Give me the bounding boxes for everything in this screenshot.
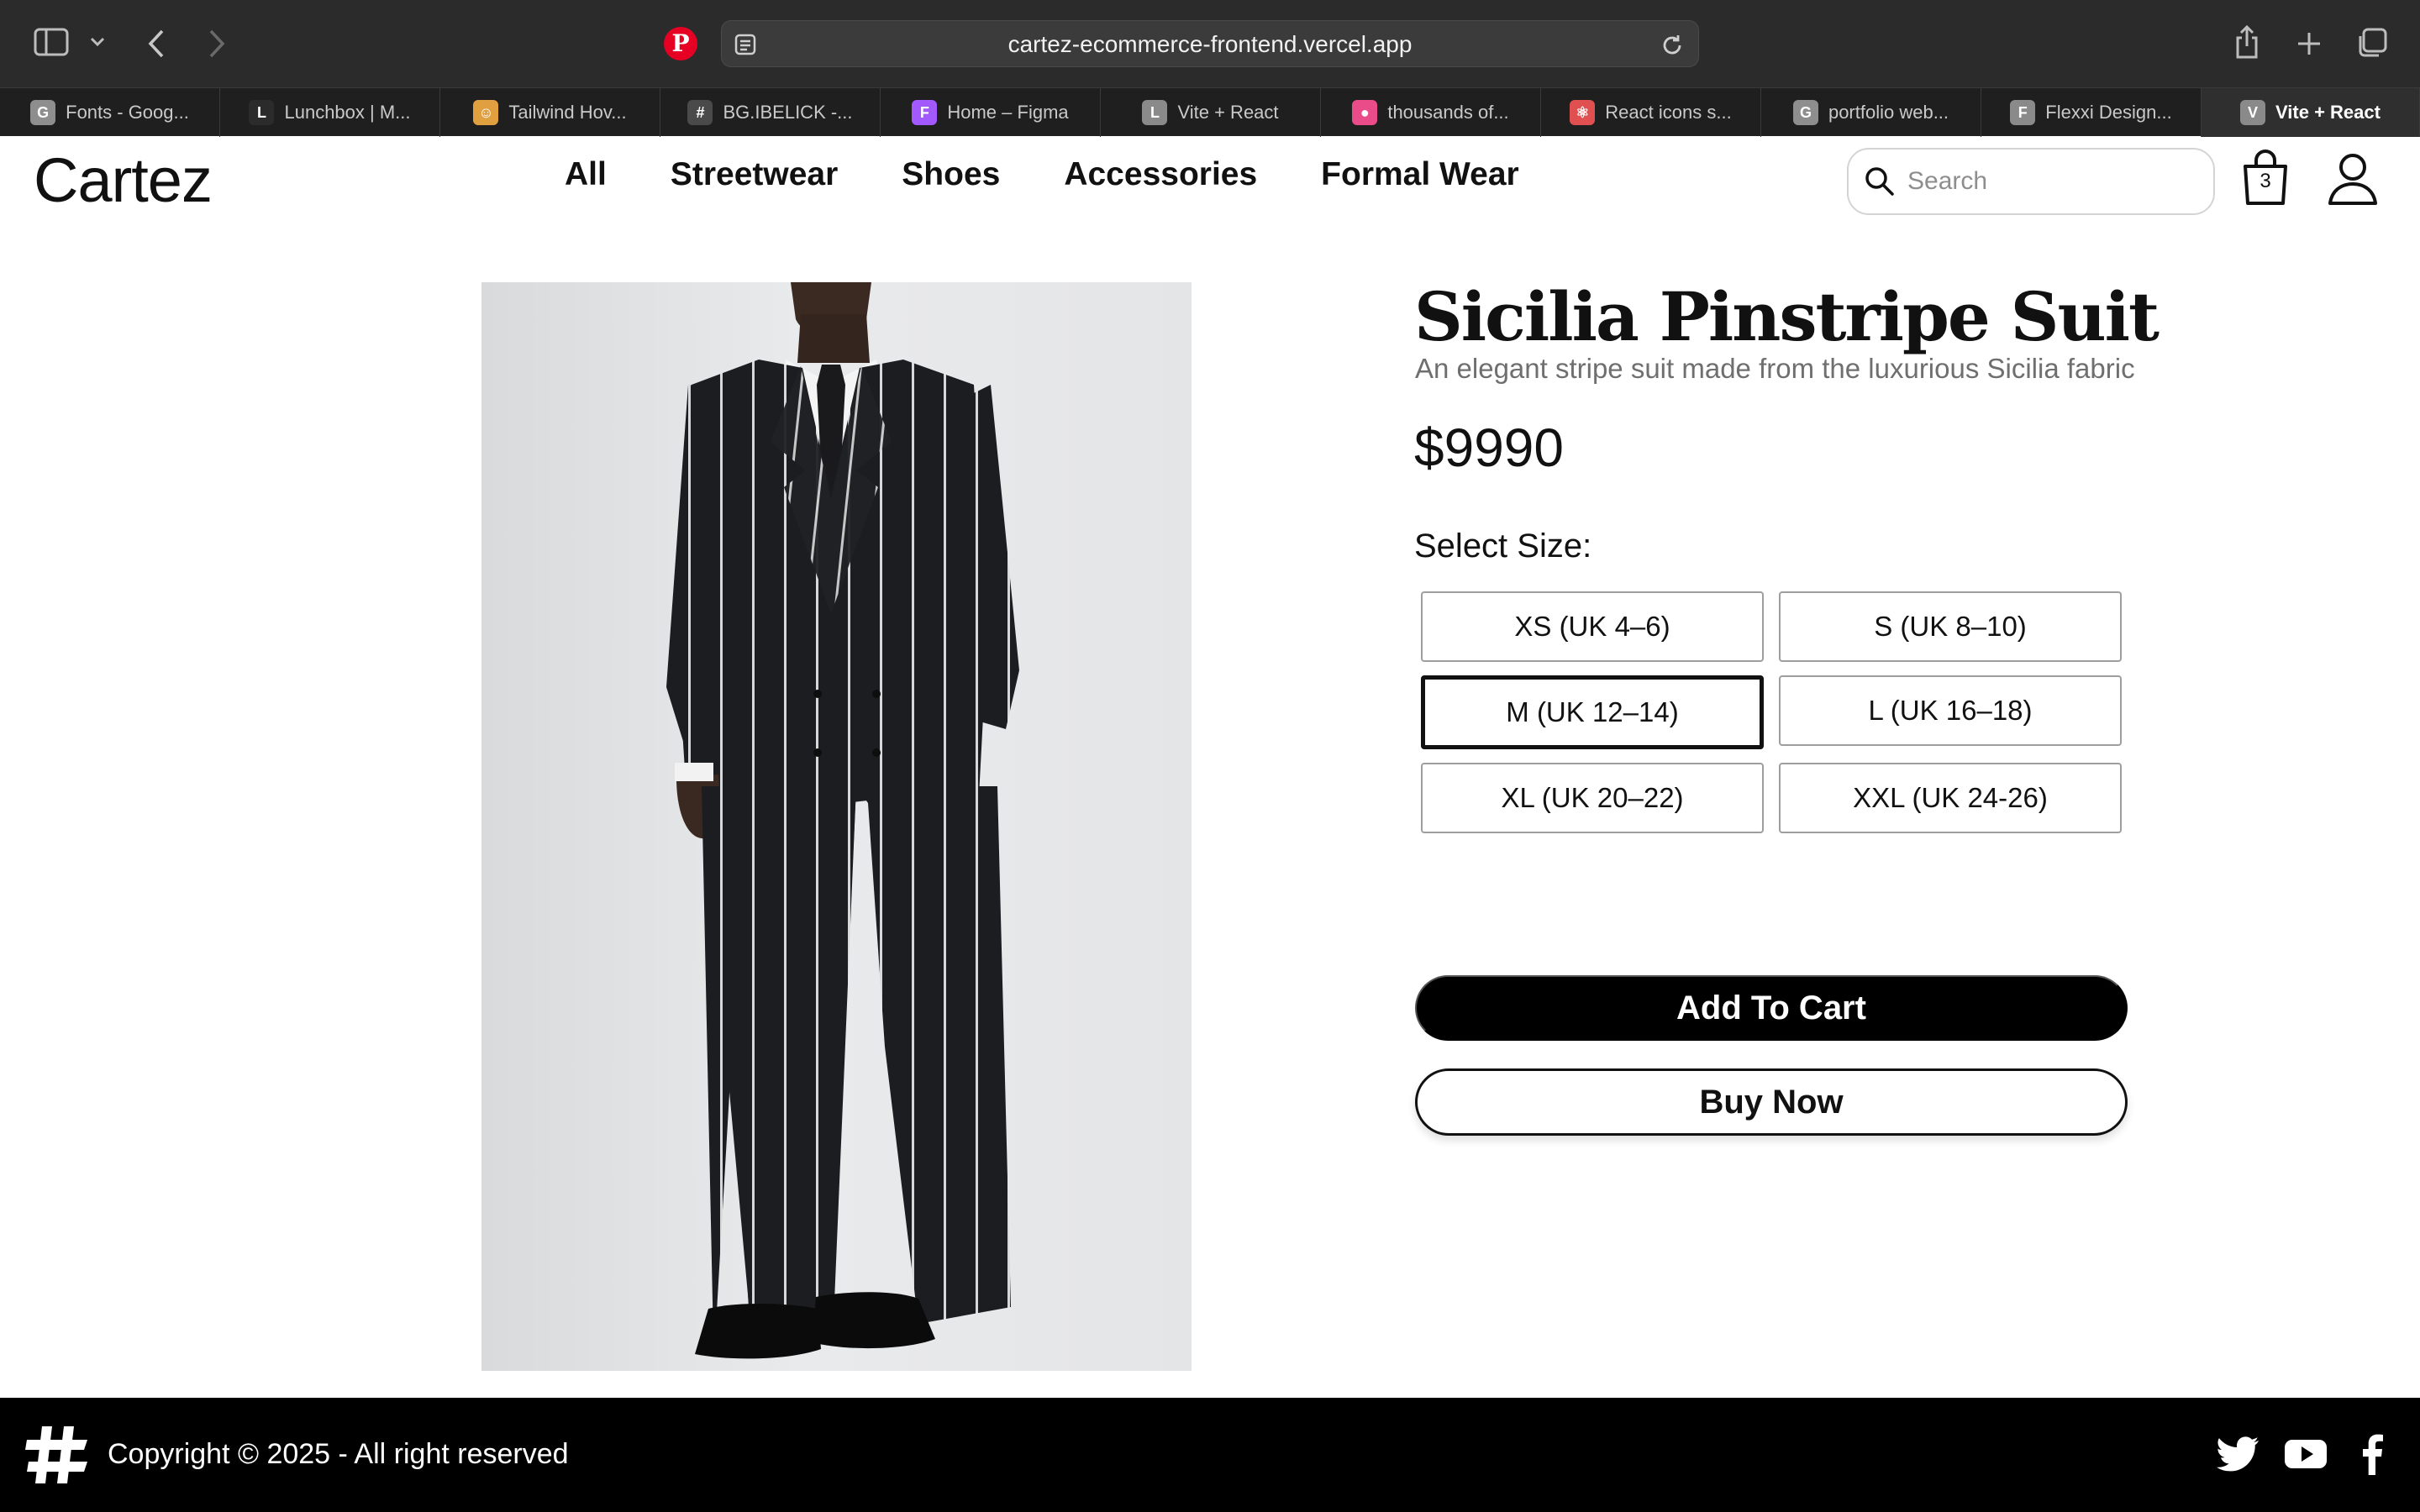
tab-label: Vite + React (2275, 102, 2381, 123)
browser-tab[interactable]: # BG.IBELICK -... (660, 88, 881, 137)
browser-toolbar: P cartez-ecommerce-frontend.vercel.app (0, 0, 2420, 87)
forward-icon[interactable] (200, 25, 234, 62)
browser-tab[interactable]: V Vite + React (2202, 88, 2420, 137)
tab-favicon-icon: L (1142, 100, 1168, 125)
address-bar[interactable]: cartez-ecommerce-frontend.vercel.app (721, 20, 1699, 67)
cart-button[interactable]: 3 (2238, 150, 2292, 208)
add-to-cart-button[interactable]: Add To Cart (1415, 975, 2128, 1041)
tab-favicon-icon: G (1792, 100, 1818, 125)
search-box[interactable] (1847, 148, 2215, 215)
tab-label: Fonts - Goog... (66, 102, 189, 123)
tab-label: portfolio web... (1828, 102, 1949, 123)
sidebar-icon[interactable] (32, 25, 71, 59)
nav-streetwear[interactable]: Streetwear (671, 156, 838, 193)
browser-tab[interactable]: F Flexxi Design... (1981, 88, 2202, 137)
youtube-icon[interactable] (2284, 1433, 2328, 1475)
tab-favicon-icon: ☺ (473, 100, 499, 125)
copyright-text: Copyright © 2025 - All right reserved (108, 1438, 569, 1470)
browser-tab[interactable]: G Fonts - Goog... (0, 88, 220, 137)
size-option-xs[interactable]: XS (UK 4–6) (1421, 591, 1764, 662)
size-label: Select Size: (1414, 528, 1592, 564)
tab-label: Flexxi Design... (2045, 102, 2172, 123)
site-logo[interactable]: Cartez (34, 144, 213, 216)
nav-shoes[interactable]: Shoes (902, 156, 1000, 193)
tab-label: Lunchbox | M... (284, 102, 411, 123)
tab-overview-icon[interactable] (2353, 25, 2390, 62)
chevron-down-icon[interactable] (87, 32, 108, 52)
tab-label: Vite + React (1177, 102, 1279, 123)
size-option-xxl[interactable]: XXL (UK 24-26) (1779, 763, 2122, 833)
tab-favicon-icon: L (249, 100, 275, 125)
pinterest-icon[interactable]: P (664, 27, 697, 60)
tab-favicon-icon: F (912, 100, 938, 125)
tab-favicon-icon: ⚛ (1570, 100, 1596, 125)
browser-tab[interactable]: F Home – Figma (881, 88, 1101, 137)
url-text[interactable]: cartez-ecommerce-frontend.vercel.app (722, 21, 1698, 68)
size-option-m[interactable]: M (UK 12–14) (1421, 675, 1764, 749)
tab-favicon-icon: G (30, 100, 56, 125)
product-price: $9990 (1414, 417, 1564, 478)
facebook-icon[interactable] (2360, 1433, 2385, 1475)
new-tab-icon[interactable] (2292, 27, 2326, 60)
browser-tab[interactable]: ● thousands of... (1321, 88, 1541, 137)
product-image (481, 282, 1192, 1371)
tab-favicon-icon: ● (1352, 100, 1378, 125)
browser-tab[interactable]: L Lunchbox | M... (220, 88, 440, 137)
size-options: XS (UK 4–6) S (UK 8–10) M (UK 12–14) L (… (1421, 591, 2122, 833)
product-title: Sicilia Pinstripe Suit (1414, 277, 2160, 356)
buy-now-button[interactable]: Buy Now (1415, 1068, 2128, 1136)
browser-tab[interactable]: L Vite + React (1101, 88, 1321, 137)
site-footer: Copyright © 2025 - All right reserved (0, 1398, 2420, 1512)
search-input[interactable] (1907, 167, 2193, 196)
nav-all[interactable]: All (565, 156, 607, 193)
category-nav: All Streetwear Shoes Accessories Formal … (565, 156, 1519, 193)
tab-favicon-icon: V (2240, 100, 2266, 125)
tab-label: thousands of... (1387, 102, 1509, 123)
twitter-icon[interactable] (2217, 1433, 2260, 1475)
reload-icon[interactable] (1660, 33, 1685, 58)
nav-accessories[interactable]: Accessories (1064, 156, 1257, 193)
tab-label: BG.IBELICK -... (723, 102, 853, 123)
size-option-xl[interactable]: XL (UK 20–22) (1421, 763, 1764, 833)
account-button[interactable] (2326, 151, 2380, 207)
tab-favicon-icon: F (2010, 100, 2036, 125)
cart-count: 3 (2260, 170, 2271, 192)
browser-tab[interactable]: Gportfolio web... (1761, 88, 1981, 137)
tab-favicon-icon: # (687, 100, 713, 125)
tab-label: Tailwind Hov... (508, 102, 627, 123)
back-icon[interactable] (139, 25, 173, 62)
hashtag-logo-icon[interactable] (25, 1423, 89, 1487)
tab-label: React icons s... (1605, 102, 1732, 123)
tab-bar: G Fonts - Goog... L Lunchbox | M... ☺ Tailwin… (0, 87, 2420, 137)
tab-label: Home – Figma (947, 102, 1069, 123)
browser-tab[interactable]: ⚛ React icons s... (1541, 88, 1761, 137)
browser-tab[interactable]: ☺ Tailwind Hov... (440, 88, 660, 137)
nav-formal-wear[interactable]: Formal Wear (1321, 156, 1519, 193)
search-icon (1865, 167, 1894, 196)
size-option-s[interactable]: S (UK 8–10) (1779, 591, 2122, 662)
share-icon[interactable] (2230, 22, 2264, 62)
product-subtitle: An elegant stripe suit made from the lux… (1415, 353, 2135, 384)
user-icon (2328, 154, 2377, 205)
size-option-l[interactable]: L (UK 16–18) (1779, 675, 2122, 746)
